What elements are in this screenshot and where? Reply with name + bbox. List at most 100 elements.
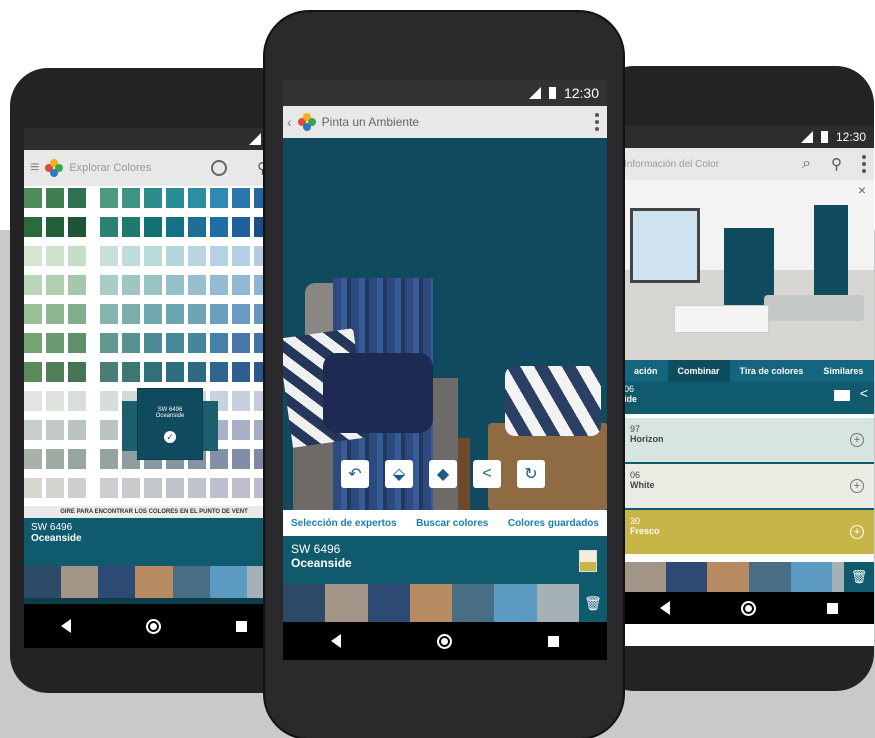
strip-color[interactable] [494, 584, 537, 622]
home-nav-icon[interactable] [145, 618, 161, 634]
tab-info[interactable]: ación [624, 360, 668, 382]
strip-color[interactable] [665, 562, 708, 592]
add-icon[interactable]: + [850, 479, 864, 493]
strip-color[interactable] [409, 584, 453, 622]
tab-strip[interactable]: Tira de colores [730, 360, 814, 382]
color-swatch[interactable] [46, 478, 64, 498]
strip-color[interactable] [98, 566, 136, 598]
color-swatch[interactable] [144, 478, 162, 498]
color-swatch[interactable] [46, 391, 64, 411]
color-swatch[interactable] [68, 217, 86, 237]
color-swatch[interactable] [68, 391, 86, 411]
color-swatch[interactable] [46, 362, 64, 382]
color-swatch[interactable] [100, 275, 118, 295]
color-swatch[interactable] [144, 275, 162, 295]
color-swatch[interactable] [232, 275, 250, 295]
color-swatch[interactable] [144, 246, 162, 266]
color-swatch[interactable] [188, 362, 206, 382]
color-swatch[interactable] [210, 188, 228, 208]
color-swatch[interactable] [100, 478, 118, 498]
color-swatch[interactable] [46, 420, 64, 440]
eraser-icon[interactable]: ◆ [429, 460, 457, 488]
color-swatch[interactable] [24, 478, 42, 498]
selected-chip[interactable]: SW 6496 Oceanside ✓ [122, 383, 218, 463]
color-swatch[interactable] [144, 362, 162, 382]
strip-color[interactable] [24, 566, 62, 598]
location-pin-icon[interactable]: ⚲ [831, 155, 842, 173]
color-swatch[interactable] [122, 217, 140, 237]
overflow-menu-icon[interactable] [595, 113, 599, 131]
color-swatch[interactable] [24, 333, 42, 353]
color-swatch[interactable] [68, 304, 86, 324]
add-icon[interactable]: + [850, 433, 864, 447]
color-swatch[interactable] [68, 275, 86, 295]
color-swatch[interactable] [122, 304, 140, 324]
color-swatch[interactable] [166, 478, 184, 498]
trash-icon[interactable]: 🗑 [584, 595, 602, 611]
home-nav-icon[interactable] [437, 633, 452, 649]
color-swatch[interactable] [100, 333, 118, 353]
strip-color[interactable] [172, 566, 210, 598]
color-swatch[interactable] [24, 449, 42, 469]
search-colors-link[interactable]: Buscar colores [416, 518, 488, 529]
strip-color[interactable] [749, 562, 791, 592]
color-swatch[interactable] [68, 420, 86, 440]
tab-similar[interactable]: Similares [813, 360, 873, 382]
color-swatch[interactable] [100, 217, 118, 237]
color-swatch[interactable] [166, 362, 184, 382]
fan-deck-icon[interactable] [211, 160, 227, 176]
color-swatch[interactable] [100, 449, 118, 469]
color-swatch[interactable] [100, 420, 118, 440]
strip-color[interactable] [452, 584, 495, 622]
color-swatch[interactable] [166, 333, 184, 353]
strip-color[interactable] [135, 566, 173, 598]
room-preview[interactable]: ↶ ⬙ ◆ < ↻ [283, 138, 607, 510]
color-swatch[interactable] [46, 217, 64, 237]
color-swatch[interactable] [122, 246, 140, 266]
color-swatch[interactable] [122, 333, 140, 353]
color-swatch[interactable] [144, 333, 162, 353]
color-swatch[interactable] [68, 333, 86, 353]
experts-link[interactable]: Selección de expertos [291, 518, 397, 529]
color-swatch[interactable] [188, 217, 206, 237]
color-swatch[interactable] [24, 420, 42, 440]
hamburger-menu-icon[interactable]: ≡ [30, 159, 39, 177]
color-swatch[interactable] [122, 362, 140, 382]
color-swatch[interactable] [232, 304, 250, 324]
strip-color[interactable] [325, 584, 368, 622]
color-swatch[interactable] [210, 217, 228, 237]
rotate-icon[interactable]: ↻ [517, 460, 545, 488]
strip-color[interactable] [790, 562, 833, 592]
color-swatch[interactable] [122, 478, 140, 498]
undo-icon[interactable]: ↶ [341, 460, 369, 488]
back-nav-icon[interactable] [659, 601, 670, 615]
trash-icon[interactable]: 🗑 [851, 569, 868, 584]
strip-color[interactable] [61, 566, 99, 598]
color-swatch[interactable] [210, 304, 228, 324]
color-swatch[interactable] [122, 275, 140, 295]
color-swatch[interactable] [100, 188, 118, 208]
color-swatch[interactable] [46, 304, 64, 324]
close-icon[interactable]: × [858, 182, 866, 198]
color-swatch[interactable] [166, 217, 184, 237]
recents-nav-icon[interactable] [827, 602, 839, 614]
color-swatch[interactable] [232, 478, 250, 498]
color-swatch[interactable] [188, 333, 206, 353]
saved-colors-link[interactable]: Colores guardados [508, 518, 599, 529]
color-swatch[interactable] [166, 188, 184, 208]
color-swatch[interactable] [24, 275, 42, 295]
strip-color[interactable] [707, 562, 750, 592]
color-swatch[interactable] [68, 449, 86, 469]
color-swatch[interactable] [100, 391, 118, 411]
palette-card-icon[interactable] [579, 550, 597, 572]
color-swatch[interactable] [232, 420, 250, 440]
color-swatch[interactable] [122, 188, 140, 208]
color-swatch[interactable] [68, 362, 86, 382]
color-swatch[interactable] [100, 246, 118, 266]
combination-row[interactable]: 30 Fresco + [624, 510, 874, 554]
color-swatch[interactable] [188, 275, 206, 295]
color-swatch[interactable] [166, 275, 184, 295]
color-swatch[interactable] [24, 217, 42, 237]
color-swatch[interactable] [144, 217, 162, 237]
overflow-menu-icon[interactable] [862, 155, 866, 173]
